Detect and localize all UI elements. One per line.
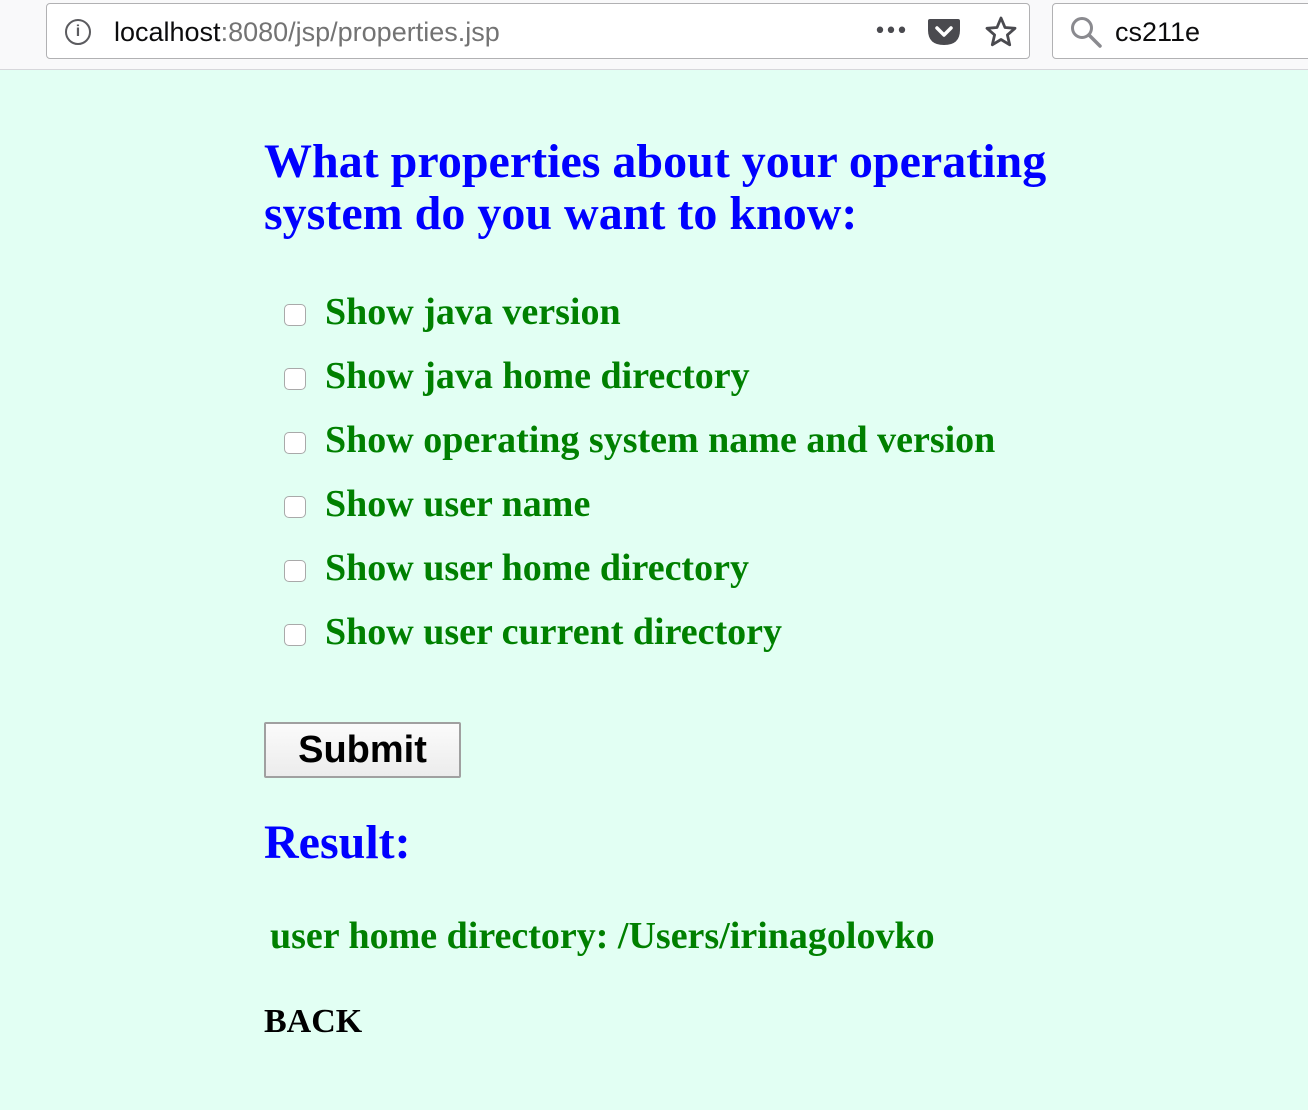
checkbox-user-name[interactable]	[284, 496, 306, 518]
browser-toolbar: i localhost:8080/jsp/properties.jsp ••• …	[0, 0, 1308, 70]
url-text[interactable]: localhost:8080/jsp/properties.jsp	[114, 16, 500, 48]
search-icon	[1071, 17, 1102, 48]
submit-button[interactable]: Submit	[264, 722, 461, 778]
options-list: Show java version Show java home directo…	[264, 280, 1164, 664]
option-java-version[interactable]: Show java version	[284, 280, 1164, 344]
back-link[interactable]: BACK	[264, 1002, 362, 1042]
more-icon[interactable]: •••	[873, 12, 909, 52]
search-input[interactable]: cs211e	[1115, 16, 1200, 48]
option-user-name[interactable]: Show user name	[284, 472, 1164, 536]
option-label: Show user name	[325, 483, 591, 525]
result-heading: Result:	[264, 816, 411, 869]
info-icon[interactable]: i	[65, 19, 91, 45]
search-bar[interactable]: cs211e	[1052, 3, 1308, 59]
checkbox-java-home[interactable]	[284, 368, 306, 390]
checkbox-java-version[interactable]	[284, 304, 306, 326]
option-java-home[interactable]: Show java home directory	[284, 344, 1164, 408]
option-user-current-dir[interactable]: Show user current directory	[284, 600, 1164, 664]
pocket-icon[interactable]	[927, 16, 961, 48]
option-label: Show java version	[325, 291, 621, 333]
checkbox-user-home[interactable]	[284, 560, 306, 582]
option-label: Show operating system name and version	[325, 419, 996, 461]
page-content: What properties about your operating sys…	[264, 136, 1164, 1042]
url-host: localhost	[114, 17, 221, 47]
option-label: Show user home directory	[325, 547, 749, 589]
option-os-name-version[interactable]: Show operating system name and version	[284, 408, 1164, 472]
checkbox-user-current-dir[interactable]	[284, 624, 306, 646]
checkbox-os-name-version[interactable]	[284, 432, 306, 454]
page-heading: What properties about your operating sys…	[264, 135, 1047, 240]
address-bar[interactable]: i localhost:8080/jsp/properties.jsp •••	[46, 3, 1030, 59]
result-text: user home directory: /Users/irinagolovko	[270, 915, 935, 957]
option-user-home[interactable]: Show user home directory	[284, 536, 1164, 600]
star-icon[interactable]	[984, 15, 1018, 49]
option-label: Show java home directory	[325, 355, 750, 397]
url-path: :8080/jsp/properties.jsp	[220, 17, 500, 47]
option-label: Show user current directory	[325, 611, 783, 653]
